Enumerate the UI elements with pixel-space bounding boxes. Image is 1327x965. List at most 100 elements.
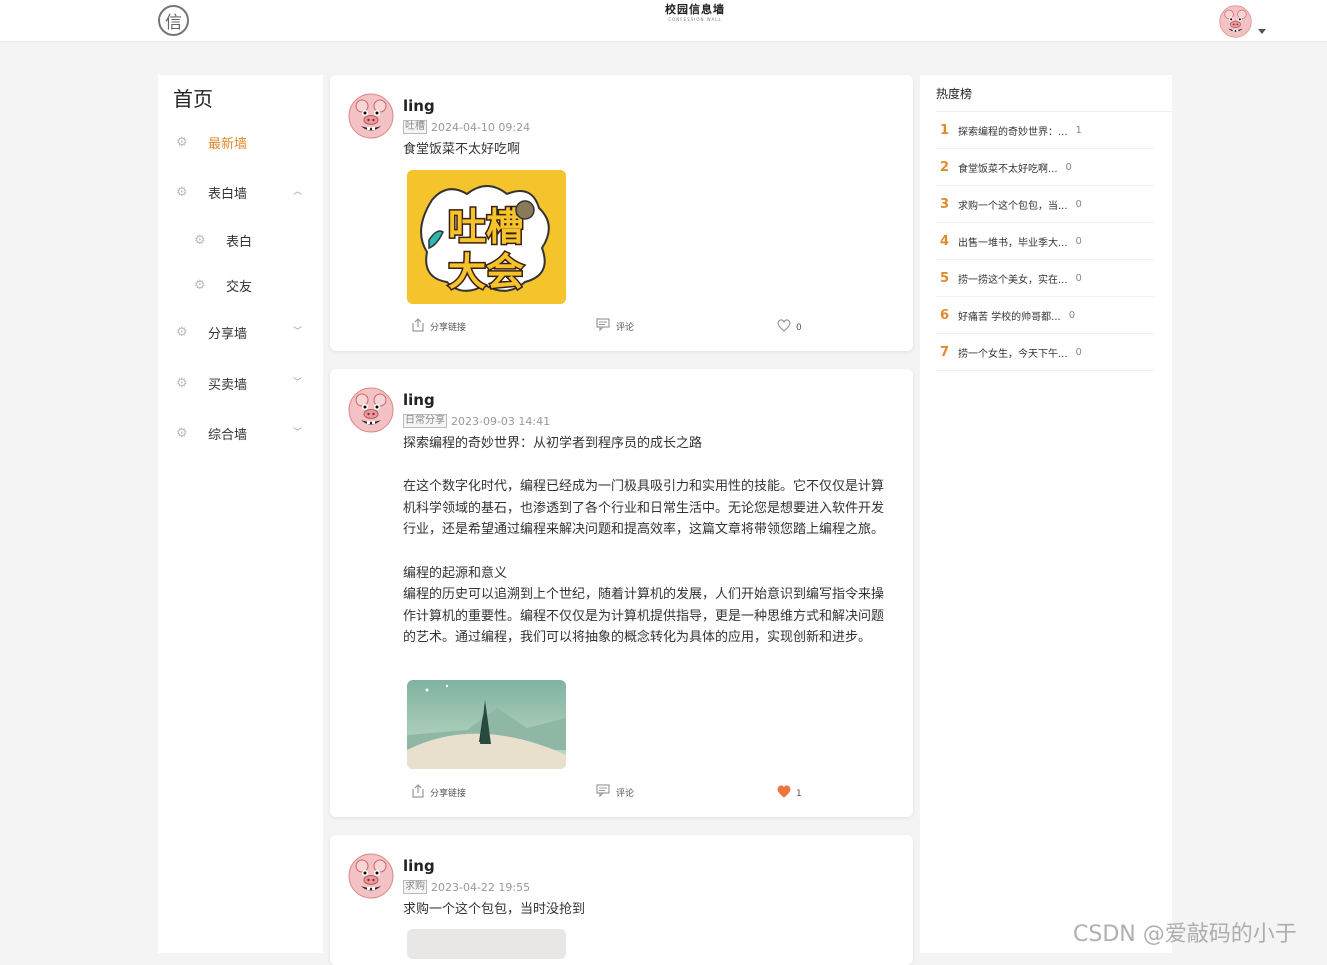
- hot-item-text: 捞一个女生，今天下午...: [958, 348, 1068, 360]
- hot-item-count: 0: [1075, 198, 1082, 210]
- hot-item-text: 出售一堆书，毕业季大...: [958, 237, 1068, 249]
- watermark: CSDN @爱敲码的小于: [1073, 922, 1297, 947]
- author-avatar[interactable]: [348, 387, 394, 433]
- gear-icon: ⚙: [176, 134, 188, 150]
- gear-icon: ⚙: [194, 277, 206, 293]
- post-content: 食堂饭菜不太好吃啊: [403, 142, 521, 157]
- post-actions: 分享链接 评论 1: [330, 783, 913, 805]
- hot-item-text: 捞一捞这个美女，实在...: [958, 274, 1068, 286]
- post-tag: 求购: [403, 880, 427, 894]
- user-avatar[interactable]: [1219, 5, 1252, 38]
- hot-rank: 5: [940, 270, 950, 286]
- sidebar-item-label: 最新墙: [208, 136, 248, 152]
- sidebar-item-share[interactable]: ⚙ 分享墙 ﹀: [158, 317, 323, 347]
- sidebar-item-latest[interactable]: ⚙ 最新墙: [158, 127, 323, 157]
- post-card: ling 求购 2023-04-22 19:55 求购一个这个包包，当时没抢到: [330, 835, 913, 965]
- page-title: 首页: [173, 87, 213, 111]
- brand-title-text: 校园信息墙: [665, 3, 725, 16]
- user-menu-caret-icon[interactable]: [1258, 29, 1266, 34]
- author-name[interactable]: ling: [403, 391, 435, 409]
- post-time: 2023-09-03 14:41: [451, 414, 551, 428]
- hot-list-item[interactable]: 3 求购一个这个包包，当... 0: [936, 186, 1154, 223]
- gear-icon: ⚙: [176, 375, 188, 391]
- hot-list-item[interactable]: 4 出售一堆书，毕业季大... 0: [936, 223, 1154, 260]
- share-label: 分享链接: [430, 323, 467, 333]
- chevron-down-icon: ﹀: [293, 428, 303, 438]
- hot-rank: 2: [940, 159, 950, 175]
- hot-item-text: 探索编程的奇妙世界：...: [958, 126, 1068, 138]
- sidebar-item-confession[interactable]: ⚙ 表白墙 ︿: [158, 177, 323, 207]
- post-meta: 求购 2023-04-22 19:55: [403, 880, 530, 894]
- logo-char: 信: [165, 13, 182, 33]
- hot-list-item[interactable]: 2 食堂饭菜不太好吃啊... 0: [936, 149, 1154, 186]
- hot-list-item[interactable]: 7 捞一个女生，今天下午... 0: [936, 334, 1154, 371]
- hot-item-text: 食堂饭菜不太好吃啊...: [958, 163, 1058, 175]
- comment-label: 评论: [616, 323, 635, 333]
- chevron-up-icon: ︿: [293, 187, 303, 197]
- chevron-down-icon: ﹀: [293, 327, 303, 337]
- sidebar-item-label: 分享墙: [208, 326, 248, 342]
- post-tag: 吐槽: [403, 120, 427, 134]
- author-avatar[interactable]: [348, 93, 394, 139]
- like-count: 0: [796, 323, 802, 333]
- author-name[interactable]: ling: [403, 857, 435, 875]
- hot-item-count: 0: [1065, 161, 1072, 173]
- author-avatar[interactable]: [348, 853, 394, 899]
- post-card: ling 日常分享 2023-09-03 14:41 探索编程的奇妙世界：从初学…: [330, 369, 913, 817]
- hot-item-count: 0: [1075, 346, 1082, 358]
- hot-rank: 3: [940, 196, 950, 212]
- image-text-bottom: 大会: [448, 250, 524, 294]
- share-button[interactable]: 分享链接: [410, 783, 466, 799]
- hot-item-count: 0: [1075, 235, 1082, 247]
- brand-subtitle: CONFESSION WALL: [668, 17, 722, 22]
- hot-item-count: 0: [1075, 272, 1082, 284]
- hot-rank: 7: [940, 344, 950, 360]
- post-time: 2024-04-10 09:24: [431, 120, 531, 134]
- sidebar: 首页 ⚙ 最新墙 ⚙ 表白墙 ︿ ⚙ 表白 ⚙ 交友 ⚙ 分享墙 ﹀ ⚙ 买卖墙…: [158, 75, 323, 953]
- comment-button[interactable]: 评论: [596, 317, 634, 333]
- sidebar-item-trade[interactable]: ⚙ 买卖墙 ﹀: [158, 368, 323, 398]
- heart-outline-icon: [777, 319, 791, 332]
- like-button[interactable]: 1: [776, 783, 802, 799]
- site-logo[interactable]: 信: [158, 5, 189, 36]
- gear-icon: ⚙: [194, 232, 206, 248]
- sidebar-item-label: 表白墙: [208, 186, 248, 202]
- post-meta: 日常分享 2023-09-03 14:41: [403, 414, 550, 428]
- hot-list-item[interactable]: 6 好痛苦 学校的帅哥都... 0: [936, 297, 1154, 334]
- sidebar-subitem-friends[interactable]: ⚙ 交友: [158, 270, 323, 300]
- share-icon: [412, 318, 424, 332]
- hot-item-text: 好痛苦 学校的帅哥都...: [958, 311, 1061, 323]
- post-meta: 吐槽 2024-04-10 09:24: [403, 120, 530, 134]
- top-header: 信 校园信息墙 CONFESSION WALL: [0, 0, 1327, 42]
- hot-item-count: 0: [1068, 309, 1076, 321]
- hot-ranking-title: 热度榜: [936, 87, 973, 101]
- hot-list-item[interactable]: 1 探索编程的奇妙世界：... 1: [936, 112, 1154, 149]
- gear-icon: ⚙: [176, 425, 188, 441]
- sidebar-item-label: 综合墙: [208, 427, 248, 443]
- post-card: ling 吐槽 2024-04-10 09:24 食堂饭菜不太好吃啊 吐槽 大会…: [330, 75, 913, 351]
- chevron-down-icon: ﹀: [293, 378, 303, 388]
- like-button[interactable]: 0: [776, 317, 802, 333]
- post-time: 2023-04-22 19:55: [431, 880, 531, 894]
- hot-ranking-panel: 热度榜 1 探索编程的奇妙世界：... 1 2 食堂饭菜不太好吃啊... 0 3…: [920, 75, 1172, 953]
- hot-list-item[interactable]: 5 捞一捞这个美女，实在... 0: [936, 260, 1154, 297]
- hot-rank: 1: [940, 122, 950, 138]
- comment-label: 评论: [616, 789, 635, 799]
- sidebar-subitem-confess[interactable]: ⚙ 表白: [158, 225, 323, 255]
- post-image[interactable]: [407, 680, 566, 769]
- comment-icon: [596, 318, 610, 332]
- hot-item-count: 1: [1075, 124, 1082, 136]
- post-content: 探索编程的奇妙世界：从初学者到程序员的成长之路 在这个数字化时代，编程已经成为一…: [403, 436, 885, 646]
- author-name[interactable]: ling: [403, 97, 435, 115]
- post-actions: 分享链接 评论 0: [330, 317, 913, 339]
- post-image[interactable]: [407, 929, 566, 959]
- sidebar-item-general[interactable]: ⚙ 综合墙 ﹀: [158, 418, 323, 448]
- sidebar-item-label: 交友: [226, 279, 253, 295]
- share-label: 分享链接: [430, 789, 467, 799]
- sidebar-item-label: 表白: [226, 234, 253, 250]
- comment-button[interactable]: 评论: [596, 783, 634, 799]
- image-text-top: 吐槽: [448, 205, 524, 249]
- post-image[interactable]: 吐槽 大会: [407, 170, 566, 304]
- share-button[interactable]: 分享链接: [410, 317, 466, 333]
- gear-icon: ⚙: [176, 184, 188, 200]
